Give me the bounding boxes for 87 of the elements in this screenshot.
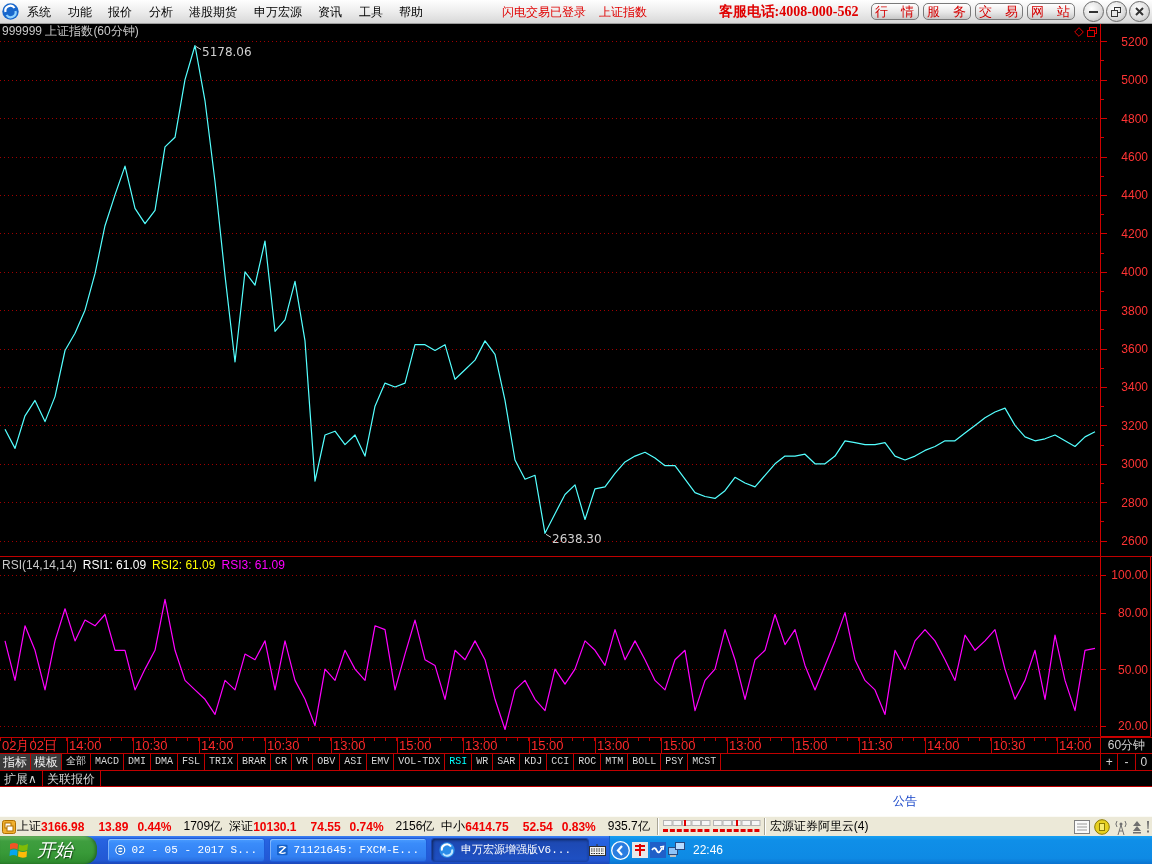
- zigzag-tile-icon: [277, 842, 288, 858]
- axis-label: 4400: [1121, 188, 1148, 203]
- axis-label: 3400: [1121, 380, 1148, 395]
- index-name: 上证: [17, 818, 41, 835]
- axis-label: 5200: [1121, 34, 1148, 49]
- chart-title: 999999 上证指数(60分钟): [2, 25, 139, 38]
- clock-text: 22:46: [693, 843, 724, 857]
- index-change: 52.54: [522, 819, 553, 834]
- service-button[interactable]: 网 站: [1026, 3, 1075, 20]
- menu-item[interactable]: 资讯: [310, 3, 351, 20]
- axis-label: 4800: [1121, 111, 1148, 126]
- coin-icon[interactable]: [1094, 818, 1110, 835]
- index-percent: 0.83%: [561, 819, 596, 834]
- app-tile-icon[interactable]: [2, 819, 16, 834]
- server-name: 宏源证券阿里云(4): [769, 818, 869, 835]
- indicator-label: RSI(14,14,14): [2, 558, 77, 572]
- index-percent: 0.74%: [349, 819, 384, 834]
- axis-label: 2800: [1121, 495, 1148, 510]
- index-turnover: 935.7亿: [607, 818, 650, 835]
- axis-label: 3800: [1121, 303, 1148, 318]
- index-value: 6414.75: [465, 819, 509, 834]
- mode-tab[interactable]: 指标: [0, 754, 31, 770]
- mode-tab[interactable]: 模板: [31, 754, 62, 770]
- diamond-icon[interactable]: [1074, 27, 1084, 37]
- axis-label: 80.00: [1117, 606, 1148, 621]
- index-turnover: 2156亿: [395, 818, 435, 835]
- menu-item[interactable]: 申万宏源: [245, 3, 310, 20]
- index-name: 中小: [441, 818, 466, 835]
- axis-label: 4600: [1121, 150, 1148, 164]
- taskbar-button[interactable]: 02 - 05 - 2017 S...: [107, 838, 265, 862]
- menu-item[interactable]: 系统: [19, 3, 60, 20]
- indicator-reading: RSI1: 61.09: [82, 558, 147, 572]
- service-button[interactable]: 交 易: [974, 3, 1023, 20]
- index-value: 3166.98: [41, 819, 85, 834]
- taskbar-button[interactable]: 申万宏源增强版V6...: [431, 838, 589, 862]
- axis-label: 3000: [1121, 457, 1148, 472]
- indicator-reading: RSI3: 61.09: [221, 558, 285, 572]
- service-button[interactable]: 服 务: [922, 3, 971, 20]
- window-copy-icon[interactable]: [1087, 27, 1097, 37]
- list-icon[interactable]: [1074, 819, 1090, 834]
- keyboard-icon[interactable]: [589, 844, 606, 856]
- swirl-logo-icon: [2, 3, 19, 20]
- minimize-icon: [1088, 10, 1098, 13]
- index-change: 13.89: [98, 819, 129, 834]
- axis-label: 3600: [1121, 342, 1148, 357]
- computers-icon[interactable]: [668, 842, 685, 858]
- cross-tile-icon[interactable]: [632, 842, 648, 858]
- axis-label: 4000: [1121, 265, 1148, 280]
- notice-title[interactable]: 公告: [893, 793, 917, 810]
- ring-icon: [115, 842, 126, 858]
- menu-item[interactable]: 分析: [140, 3, 181, 20]
- axis-label: 100.00: [1111, 568, 1148, 583]
- menu-item[interactable]: 帮助: [391, 3, 432, 20]
- exclamation-icon[interactable]: [1146, 820, 1150, 833]
- taskbar-button[interactable]: 71121645: FXCM-E...: [269, 838, 427, 862]
- minimize-button[interactable]: [1082, 1, 1104, 22]
- index-name: 深证: [229, 818, 254, 835]
- restore-button[interactable]: [1105, 1, 1127, 22]
- close-icon: [1134, 7, 1144, 16]
- start-button[interactable]: 开始: [0, 836, 97, 864]
- axis-label: 3200: [1121, 418, 1148, 433]
- time-axis-label: 14:00: [1058, 738, 1093, 753]
- axis-label: 20.00: [1117, 719, 1148, 734]
- chevron-left-icon[interactable]: [611, 840, 630, 860]
- hotline-text: 客服电话:4008-000-562: [718, 2, 859, 21]
- index-turnover: 1709亿: [183, 818, 223, 835]
- axis-label: 2600: [1121, 534, 1148, 549]
- flag-logo-icon: [9, 841, 29, 859]
- axis-label: 5000: [1121, 73, 1148, 88]
- axis-label: 4200: [1121, 226, 1148, 241]
- index-link[interactable]: 上证指数: [598, 3, 647, 20]
- menu-item[interactable]: 工具: [350, 3, 391, 20]
- swirl-icon: [439, 842, 455, 858]
- axis-label: 50.00: [1117, 662, 1148, 677]
- menu-item[interactable]: 功能: [59, 3, 100, 20]
- login-status: 闪电交易已登录: [501, 3, 586, 20]
- index-percent: 0.44%: [137, 819, 172, 834]
- index-change: 74.55: [310, 819, 341, 834]
- restore-icon: [1111, 6, 1121, 17]
- menu-item[interactable]: 港股期货: [181, 3, 246, 20]
- close-button[interactable]: [1128, 1, 1150, 22]
- indicator-reading: RSI2: 61.09: [152, 558, 216, 572]
- arrow-tile-icon[interactable]: [650, 842, 666, 858]
- menu-item[interactable]: 报价: [100, 3, 141, 20]
- service-button[interactable]: 行 情: [870, 3, 919, 20]
- index-value: 10130.1: [253, 819, 297, 834]
- double-up-arrow-icon[interactable]: [1132, 819, 1142, 834]
